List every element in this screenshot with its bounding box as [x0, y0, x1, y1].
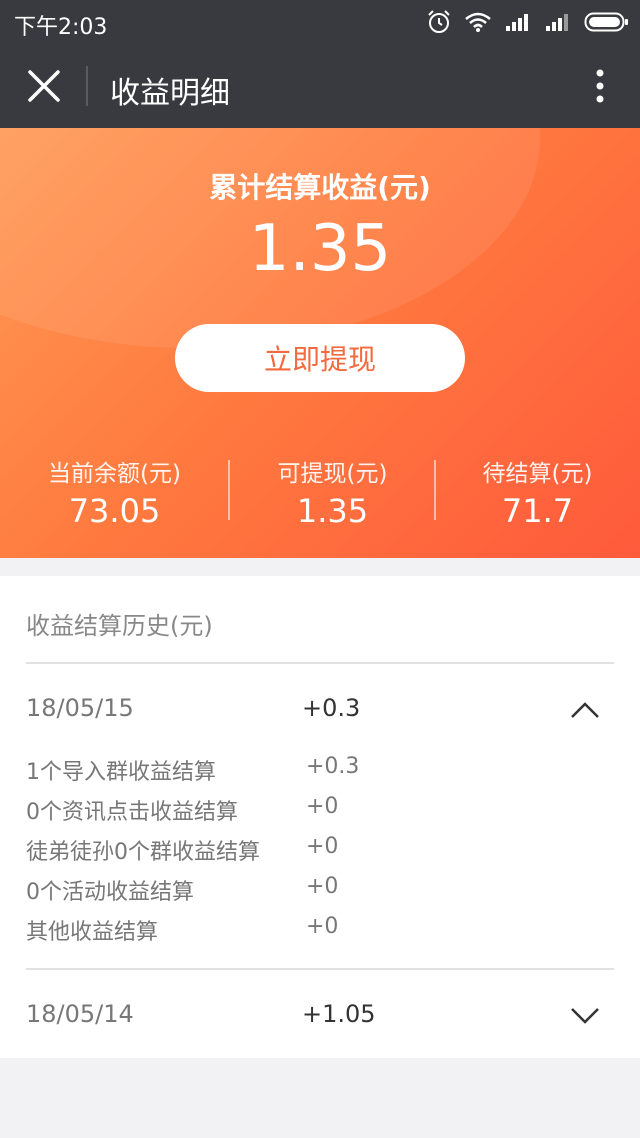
detail-name: 0个活动收益结算 — [26, 880, 194, 905]
stat-pending-settlement: 待结算(元) 71.7 — [431, 454, 640, 530]
detail-amount: +0 — [306, 834, 339, 859]
row-amount: +0.3 — [302, 694, 361, 722]
settlement-history: 收益结算历史(元) 18/05/15 +0.3 1个导入群收益结算 +0.3 0… — [0, 576, 640, 1058]
stat-value: 71.7 — [501, 492, 574, 530]
divider — [26, 662, 614, 664]
stat-label: 待结算(元) — [482, 461, 593, 487]
detail-name: 0个资讯点击收益结算 — [26, 800, 238, 825]
page: 下午2:03 收益明细 累计结算收益(元) 1.35 立即提现 当前余额(元) … — [0, 0, 640, 1138]
title-bar: 收益明细 — [0, 44, 640, 128]
stat-value: 73.05 — [68, 492, 161, 530]
total-earnings-value: 1.35 — [248, 212, 392, 286]
detail-name: 其他收益结算 — [26, 920, 159, 945]
wifi-icon — [465, 12, 491, 32]
stat-value: 1.35 — [296, 492, 369, 530]
detail-amount: +0 — [306, 794, 339, 819]
chevron-up-icon[interactable] — [570, 700, 600, 720]
detail-amount: +0 — [306, 914, 339, 939]
stat-current-balance: 当前余额(元) 73.05 — [8, 454, 221, 530]
title-divider — [86, 66, 88, 106]
status-bar: 下午2:03 — [0, 0, 640, 44]
stat-label: 可提现(元) — [277, 461, 388, 487]
stat-label: 当前余额(元) — [48, 461, 181, 487]
detail-item: 1个导入群收益结算 +0.3 — [26, 754, 614, 794]
history-header: 收益结算历史(元) — [26, 612, 213, 640]
more-vertical-icon[interactable] — [588, 66, 612, 106]
detail-item: 其他收益结算 +0 — [26, 914, 614, 954]
status-time: 下午2:03 — [14, 15, 108, 40]
page-title: 收益明细 — [110, 76, 230, 111]
detail-name: 徒弟徒孙0个群收益结算 — [26, 840, 260, 865]
detail-item: 0个资讯点击收益结算 +0 — [26, 794, 614, 834]
chevron-down-icon[interactable] — [570, 1006, 600, 1026]
row-date: 18/05/15 — [26, 694, 134, 722]
detail-item: 徒弟徒孙0个群收益结算 +0 — [26, 834, 614, 874]
divider — [26, 968, 614, 970]
balance-stats: 当前余额(元) 73.05 可提现(元) 1.35 待结算(元) 71.7 — [0, 454, 640, 530]
withdraw-button[interactable]: 立即提现 — [175, 324, 465, 392]
alarm-icon — [428, 10, 450, 33]
battery-icon — [584, 12, 628, 32]
row-date: 18/05/14 — [26, 1000, 134, 1028]
signal-icon-2 — [546, 14, 568, 31]
detail-name: 1个导入群收益结算 — [26, 760, 216, 785]
close-icon[interactable] — [22, 64, 66, 108]
earnings-summary: 累计结算收益(元) 1.35 立即提现 当前余额(元) 73.05 可提现(元)… — [0, 128, 640, 558]
signal-icon — [506, 14, 528, 31]
row-amount: +1.05 — [302, 1000, 376, 1028]
stat-withdrawable: 可提现(元) 1.35 — [226, 454, 439, 530]
detail-amount: +0.3 — [306, 754, 360, 779]
detail-item: 0个活动收益结算 +0 — [26, 874, 614, 914]
status-icons — [426, 8, 630, 36]
detail-amount: +0 — [306, 874, 339, 899]
total-earnings-label: 累计结算收益(元) — [209, 171, 431, 204]
